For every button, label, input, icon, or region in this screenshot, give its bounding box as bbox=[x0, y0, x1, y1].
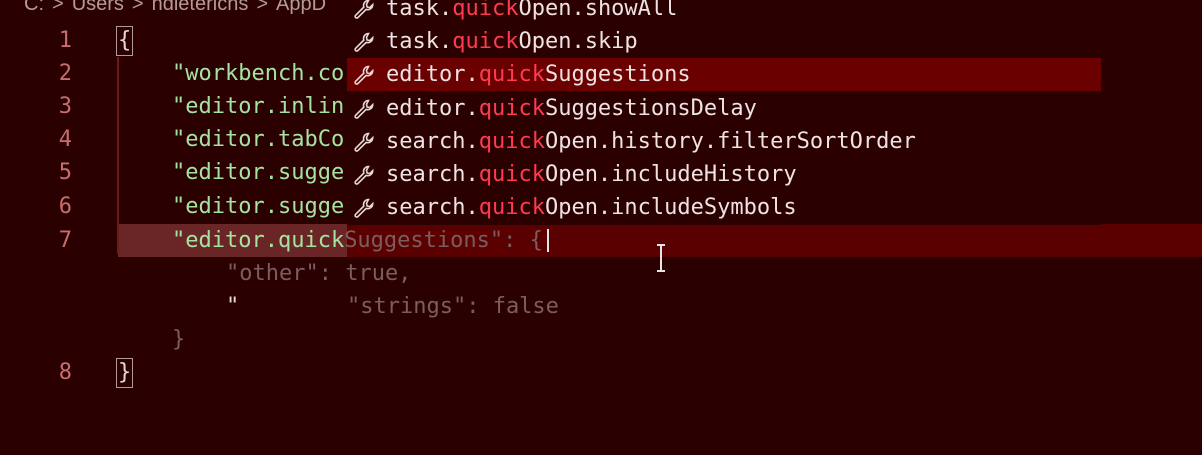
code-line-5[interactable]: "editor.sugge bbox=[172, 156, 344, 189]
inline-suggestion-ghost: Suggestions": { bbox=[344, 228, 543, 253]
ghost-line-quote: " bbox=[226, 294, 240, 319]
json-key: "editor.sugge bbox=[172, 194, 345, 219]
wrench-icon bbox=[354, 32, 374, 53]
wrench-icon bbox=[354, 198, 374, 219]
suggestion-label: editor.quickSuggestionsDelay bbox=[386, 95, 757, 121]
match-highlight: quick bbox=[452, 0, 519, 21]
suggestion-label: workbench.quickOpen.closeOnFocusLost bbox=[386, 224, 863, 225]
chevron-right-icon: > bbox=[256, 0, 269, 15]
code-line-4[interactable]: "editor.tabCo bbox=[172, 123, 344, 156]
code-line-2[interactable]: "workbench.co bbox=[172, 57, 344, 90]
suggestion-label: task.quickOpen.skip bbox=[386, 29, 638, 55]
match-highlight: quick bbox=[478, 95, 545, 121]
typed-text: "editor.quick bbox=[172, 228, 345, 253]
suggestion-item[interactable]: editor.quickSuggestions bbox=[347, 58, 1101, 92]
match-highlight: quick bbox=[478, 195, 545, 221]
json-key: "editor.inlin bbox=[172, 94, 345, 119]
line-number: 6 bbox=[58, 194, 72, 219]
bracket-match-open: { bbox=[116, 26, 134, 56]
wrench-icon bbox=[354, 99, 374, 119]
breadcrumb-item-drive[interactable]: C: bbox=[24, 0, 44, 15]
match-highlight: quick bbox=[452, 29, 519, 55]
match-highlight: quick bbox=[478, 162, 545, 187]
bracket-match-close: } bbox=[116, 358, 134, 388]
code-line-7[interactable]: "editor.quickSuggestions": { bbox=[172, 224, 543, 257]
suggestion-item[interactable]: search.quickOpen.includeSymbols bbox=[347, 191, 1101, 224]
line-number: 1 bbox=[58, 28, 72, 53]
ghost-line: } bbox=[172, 327, 186, 352]
suggestion-item[interactable]: task.quickOpen.skip bbox=[347, 25, 1101, 58]
json-key: "workbench.co bbox=[172, 61, 345, 86]
wrench-icon bbox=[354, 0, 374, 19]
suggestion-widget[interactable]: task.quickOpen.showAll task.quickOpen.ski… bbox=[347, 0, 1101, 225]
line-number: 4 bbox=[58, 127, 72, 152]
wrench-icon bbox=[354, 132, 374, 152]
suggestion-label: search.quickOpen.includeSymbols bbox=[386, 195, 797, 221]
chevron-right-icon: > bbox=[131, 0, 144, 15]
breadcrumb-item-appdata[interactable]: AppD bbox=[276, 0, 326, 15]
code-line-1[interactable]: { bbox=[116, 24, 169, 57]
match-highlight: quick bbox=[478, 62, 545, 88]
line-number: 5 bbox=[58, 160, 72, 185]
code-line-6[interactable]: "editor.sugge bbox=[172, 190, 344, 223]
json-key: "editor.tabCo bbox=[172, 127, 345, 152]
suggestion-item[interactable]: task.quickOpen.showAll bbox=[347, 0, 1101, 25]
line-number: 7 bbox=[58, 228, 72, 253]
line-number: 3 bbox=[58, 94, 72, 119]
chevron-right-icon: > bbox=[52, 0, 64, 15]
line-number: 8 bbox=[58, 360, 72, 385]
suggestion-label: task.quickOpen.showAll bbox=[386, 0, 677, 25]
ghost-line: "strings": false bbox=[347, 294, 559, 319]
text-cursor bbox=[547, 229, 549, 252]
suggestion-label: search.quickOpen.includeHistory bbox=[386, 162, 797, 187]
line-number: 2 bbox=[58, 61, 72, 86]
breadcrumb-item-user[interactable]: hdieterichs bbox=[152, 0, 249, 15]
mouse-ibeam-icon bbox=[657, 244, 665, 272]
json-key: "editor.sugge bbox=[172, 160, 345, 185]
wrench-icon bbox=[354, 165, 374, 185]
suggestion-label: search.quickOpen.history.filterSortOrder bbox=[386, 128, 916, 154]
suggestion-label: editor.quickSuggestions bbox=[386, 62, 691, 88]
code-line-3[interactable]: "editor.inlin bbox=[172, 90, 344, 123]
wrench-icon bbox=[354, 66, 374, 86]
code-line-8[interactable]: } bbox=[116, 356, 169, 389]
suggestion-item[interactable]: search.quickOpen.includeHistory bbox=[347, 158, 1101, 191]
suggestion-item[interactable]: editor.quickSuggestionsDelay bbox=[347, 92, 1101, 125]
suggestion-item[interactable]: search.quickOpen.history.filterSortOrder bbox=[347, 125, 1101, 158]
breadcrumb: C: > Users > hdieterichs > AppD bbox=[24, 0, 326, 16]
suggestion-item[interactable]: workbench.quickOpen.closeOnFocusLost bbox=[347, 224, 1101, 225]
ghost-line: "other": true, bbox=[226, 261, 412, 286]
breadcrumb-item-users[interactable]: Users bbox=[72, 0, 124, 15]
match-highlight: quick bbox=[478, 128, 545, 154]
